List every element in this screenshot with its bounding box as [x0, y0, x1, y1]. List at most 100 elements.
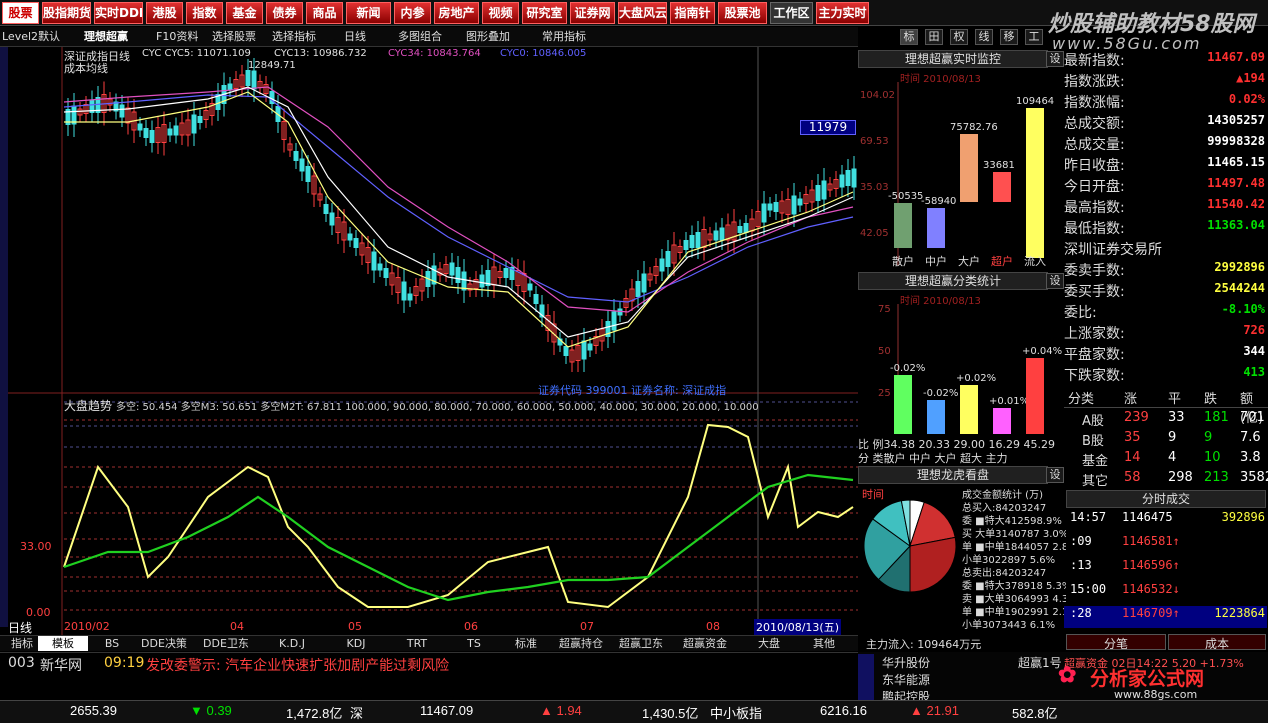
candle-body	[563, 346, 569, 356]
toolbar-item-select-stock[interactable]: 选择股票	[212, 29, 256, 45]
trade-time: 15:00	[1070, 582, 1107, 596]
indicator-tab-0[interactable]: 指标	[8, 636, 36, 651]
date-tag: 2010/08/13(五)	[754, 619, 841, 635]
indicator-tab-7[interactable]: TRT	[388, 636, 446, 651]
alert-stock-0[interactable]: 华升股份	[882, 654, 930, 671]
view-button-3[interactable]: 线	[975, 29, 993, 45]
trade-time: :09	[1070, 534, 1092, 548]
menu-item-9[interactable]: 内参	[394, 2, 431, 24]
panel1-settings-button[interactable]: 设	[1046, 51, 1064, 67]
view-button-4[interactable]: 移	[1000, 29, 1018, 45]
menu-item-3[interactable]: 港股	[146, 2, 183, 24]
menu-item-0[interactable]: 股票	[2, 2, 39, 24]
indicator-tab-1[interactable]: 模板	[38, 636, 88, 651]
tab-fenbi[interactable]: 分笔	[1066, 634, 1166, 651]
view-button-0[interactable]: 标	[900, 29, 918, 45]
trade-row: 15:00 1146532↓	[1064, 582, 1267, 604]
menu-item-15[interactable]: 指南针	[670, 2, 715, 24]
menu-item-10[interactable]: 房地产	[434, 2, 479, 24]
alert-stock-2[interactable]: 鹏起控股	[882, 688, 930, 700]
period-label[interactable]: 日线	[8, 619, 32, 636]
watermark-line2: www.58Gu.com	[1052, 34, 1202, 53]
tab-cost[interactable]: 成本	[1168, 634, 1266, 651]
candle-body	[377, 263, 383, 271]
trade-price: 1146581↑	[1122, 534, 1180, 548]
main-chart[interactable]	[8, 47, 858, 635]
left-side-tabs[interactable]	[0, 47, 8, 627]
level2-default-select[interactable]: Level2默认	[2, 29, 62, 45]
menu-item-8[interactable]: 新闻	[346, 2, 391, 24]
alert-stock-1[interactable]: 东华能源	[882, 671, 930, 688]
code-label: 证券代码 399001 证券名称: 深证成指	[538, 384, 727, 397]
panel3-title: 理想龙虎看盘	[858, 466, 1048, 484]
cost-ma-label: 成本均线	[64, 62, 108, 75]
indicator-tab-11[interactable]: 超赢卫东	[612, 636, 670, 651]
table-cell: 基金	[1082, 454, 1109, 469]
news-headline[interactable]: 发改委警示: 汽车企业快速扩张加剧产能过剩风险	[146, 655, 449, 675]
toolbar-item-daily[interactable]: 日线	[344, 29, 366, 45]
ticker-sh-change: ▼ 0.39	[190, 703, 232, 718]
candle-body	[407, 293, 413, 301]
indicator-tab-9[interactable]: 标准	[502, 636, 550, 651]
news-bar[interactable]: 003 新华网 09:19 发改委警示: 汽车企业快速扩张加剧产能过剩风险	[0, 652, 858, 675]
view-button-5[interactable]: 工	[1025, 29, 1043, 45]
toolbar-item-common-indicators[interactable]: 常用指标	[542, 29, 586, 45]
indicator-tab-6[interactable]: KDJ	[326, 636, 386, 651]
logo-text: 分析家公式网	[1090, 669, 1205, 690]
indicator-tab-4[interactable]: DDE卫东	[194, 636, 258, 651]
menu-item-7[interactable]: 商品	[306, 2, 343, 24]
indicator-tab-13[interactable]: 大盘	[740, 636, 798, 651]
indicator-tab-12[interactable]: 超赢资金	[672, 636, 738, 651]
menu-item-5[interactable]: 基金	[226, 2, 263, 24]
menu-item-13[interactable]: 证券网	[570, 2, 615, 24]
indicator-tab-10[interactable]: 超赢持仓	[552, 636, 610, 651]
panel3-settings-button[interactable]: 设	[1046, 467, 1064, 483]
menu-item-18[interactable]: 主力实时	[816, 2, 869, 24]
table-row: 基金 14 4 10 3.8	[1064, 448, 1268, 469]
index-row-key: 下跌家数:	[1064, 368, 1125, 384]
news-time: 09:19	[104, 655, 145, 671]
panel2-ylabel: 50	[878, 346, 891, 357]
table-cell: 10	[1204, 450, 1221, 465]
candle-body	[137, 123, 143, 131]
table-cell: 3582	[1240, 470, 1268, 485]
toolbar-item-multichart[interactable]: 多图组合	[398, 29, 442, 45]
panel1-bar	[960, 134, 978, 202]
view-button-1[interactable]: 田	[925, 29, 943, 45]
indicator-tab-5[interactable]: K.D.J	[260, 636, 324, 651]
table-cell: 298	[1168, 470, 1193, 485]
index-row-value: 344	[1243, 344, 1265, 358]
menu-item-14[interactable]: 大盘风云	[618, 2, 667, 24]
trade-row: :09 1146581↑	[1064, 534, 1267, 556]
table-cell: 181	[1204, 410, 1229, 425]
indicator-tab-14[interactable]: 其他	[800, 636, 848, 651]
menu-item-16[interactable]: 股票池	[718, 2, 767, 24]
menu-item-2[interactable]: 实时DDE	[94, 2, 143, 24]
menu-item-17[interactable]: 工作区	[770, 2, 813, 24]
indicator-tab-3[interactable]: DDE决策	[136, 636, 192, 651]
table-header-cell: 跌	[1204, 392, 1218, 407]
indicator-tab-8[interactable]: TS	[448, 636, 500, 651]
toolbar-item-overlay[interactable]: 图形叠加	[466, 29, 510, 45]
panel1-date: 时间 2010/08/13	[900, 74, 981, 85]
menu-item-11[interactable]: 视频	[482, 2, 519, 24]
toolbar-item-select-indicator[interactable]: 选择指标	[272, 29, 316, 45]
table-cell: B股	[1082, 434, 1104, 449]
menu-item-6[interactable]: 债券	[266, 2, 303, 24]
cyc0-label: CYC0: 10846.005	[500, 48, 587, 59]
toolbar-item-lixiang[interactable]: 理想超赢	[84, 29, 128, 45]
view-button-2[interactable]: 权	[950, 29, 968, 45]
menu-item-1[interactable]: 股指期货	[42, 2, 91, 24]
indicator-tab-2[interactable]: BS	[90, 636, 134, 651]
panel1-bar-chart: 104.02 69.53 35.03 42.05 -50535 散户 -58940 中户 757…	[860, 82, 1054, 268]
candle-body	[227, 83, 233, 91]
table-cell: 58	[1124, 470, 1141, 485]
panel2-settings-button[interactable]: 设	[1046, 273, 1064, 289]
panel1-title: 理想超赢实时监控	[858, 50, 1048, 68]
toolbar-item-f10[interactable]: F10资料	[156, 29, 198, 45]
panel3-header: 时间	[862, 488, 884, 501]
menu-item-12[interactable]: 研究室	[522, 2, 567, 24]
alert-side-tab[interactable]	[858, 654, 874, 700]
menu-item-4[interactable]: 指数	[186, 2, 223, 24]
index-row-value: 11540.42	[1207, 197, 1265, 211]
